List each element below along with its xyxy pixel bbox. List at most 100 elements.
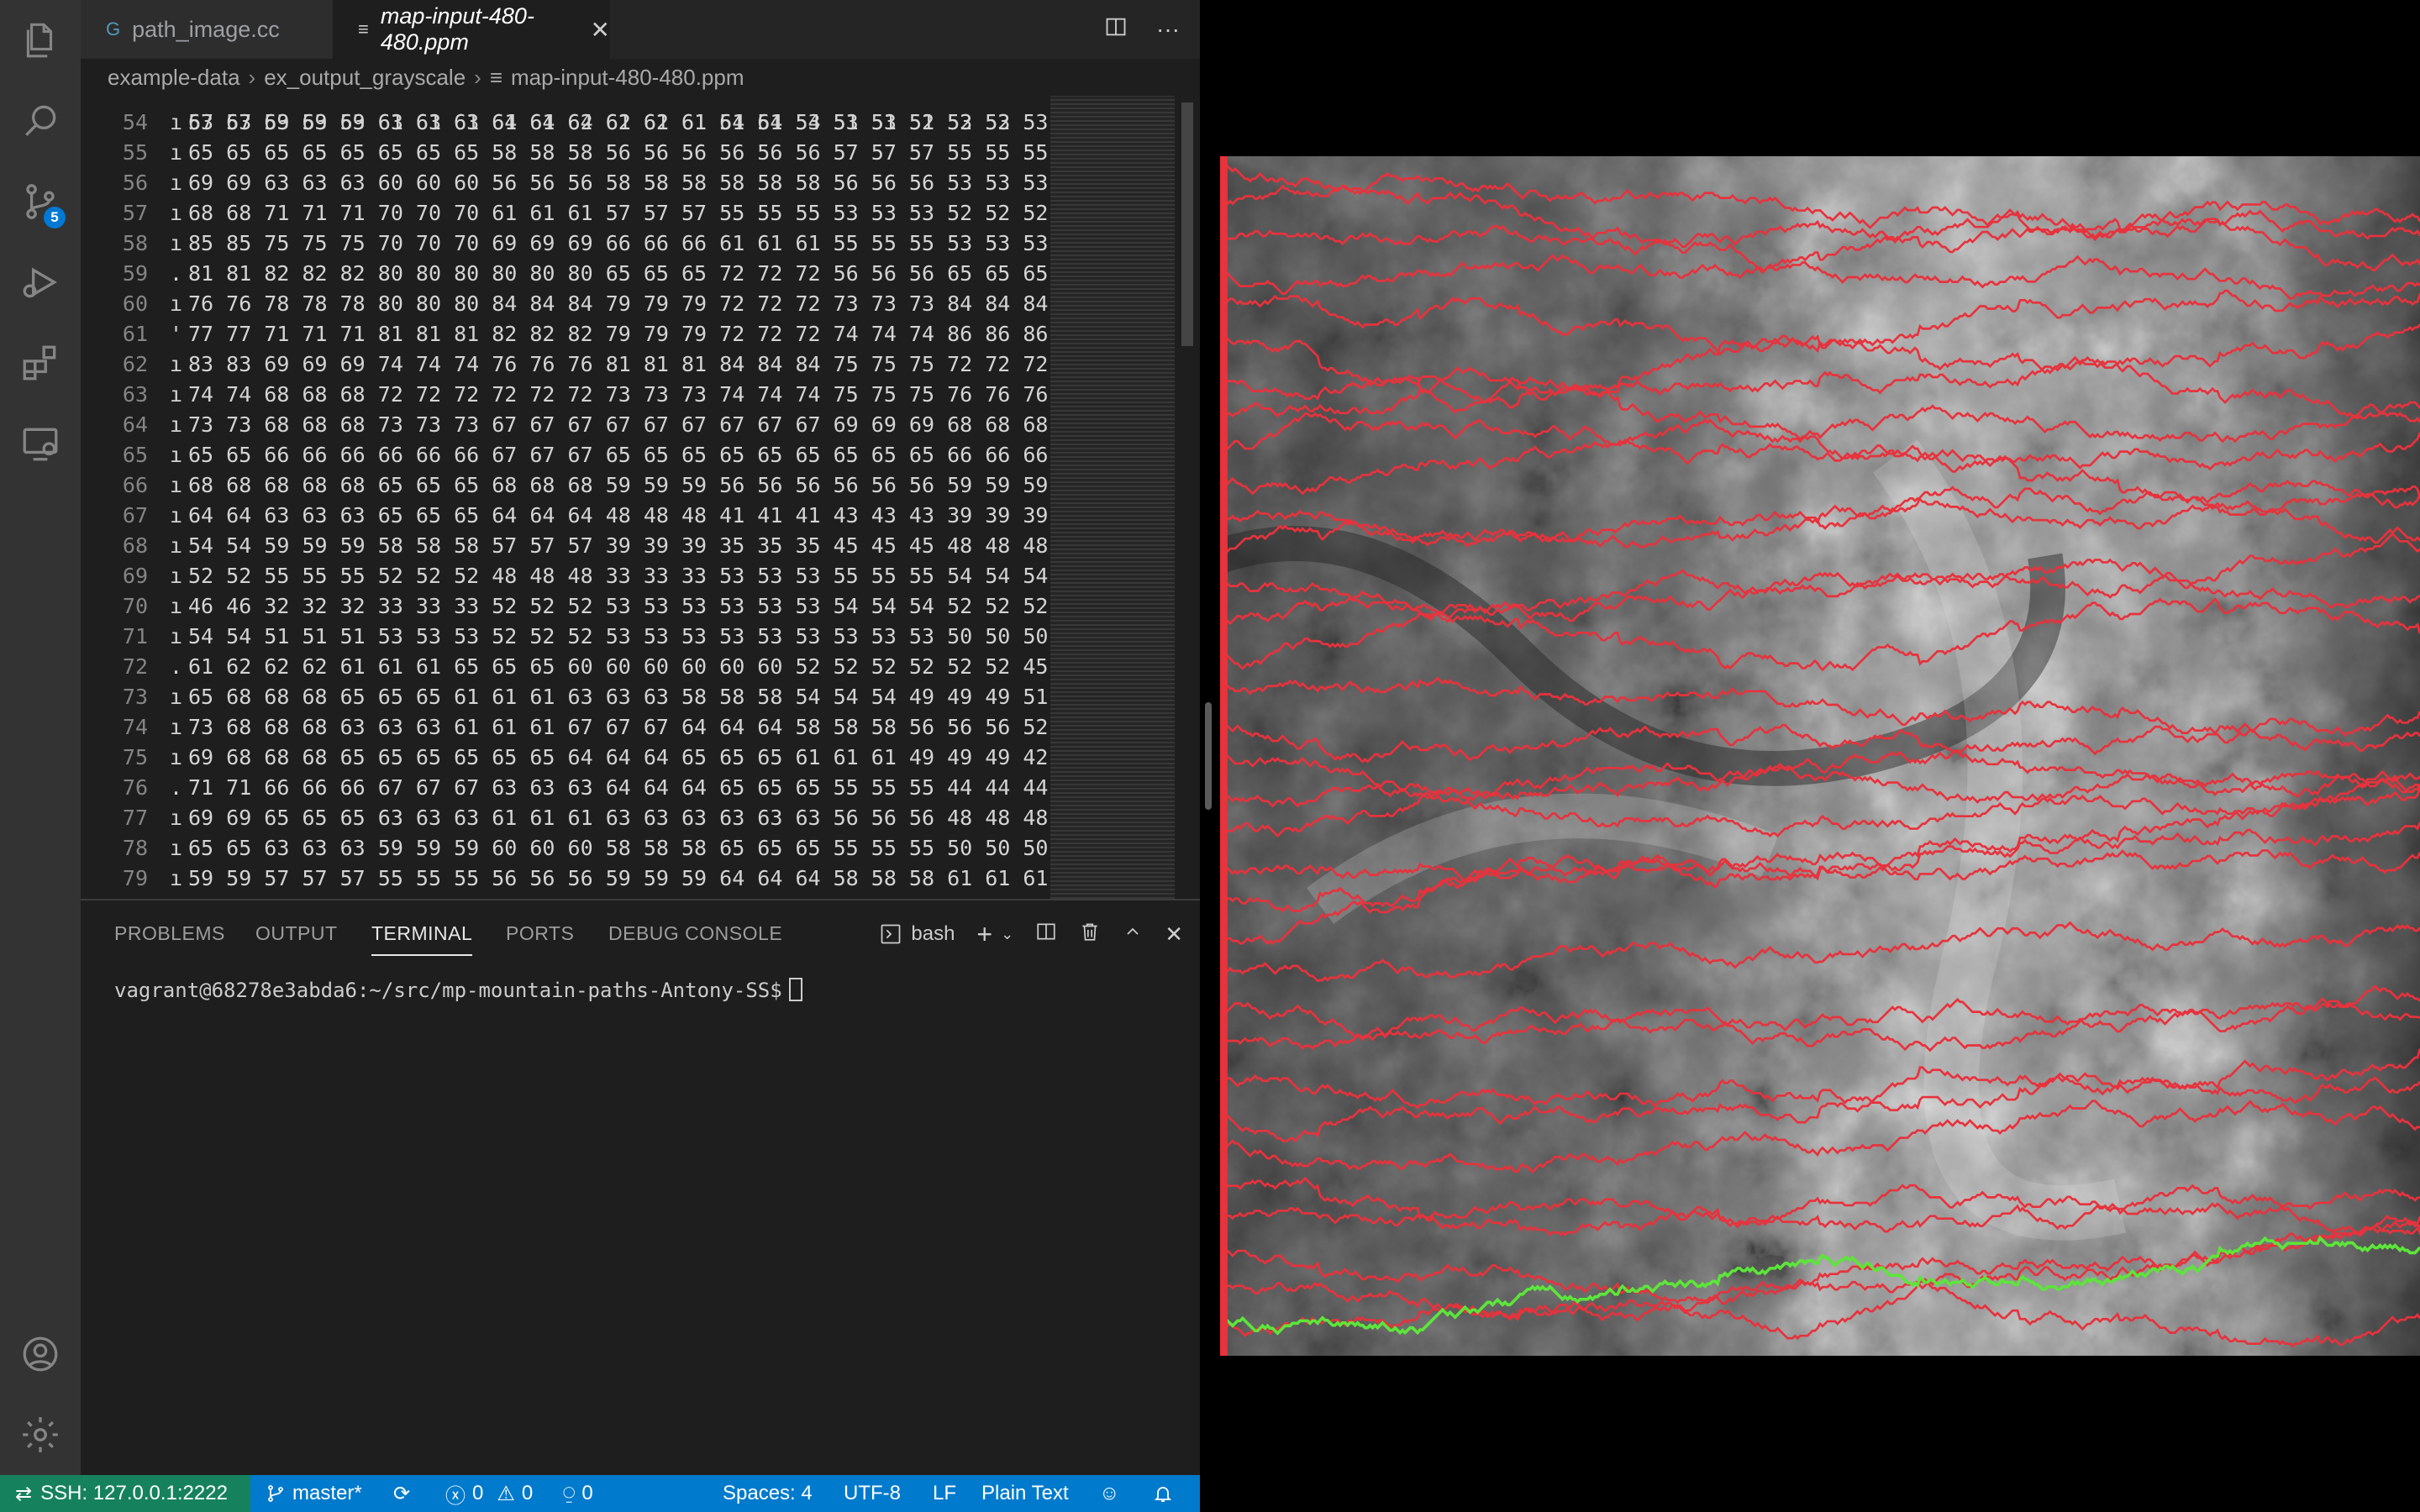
breadcrumb: example-data › ex_output_grayscale › ≡ m… — [81, 59, 1200, 96]
line-prefix: ı — [170, 836, 183, 860]
maximize-panel-icon[interactable] — [1123, 921, 1143, 948]
files-icon[interactable] — [0, 0, 81, 81]
line-text: 69 69 65 65 65 63 63 63 61 61 61 63 63 6… — [188, 806, 1049, 830]
close-panel-icon[interactable]: ✕ — [1165, 921, 1183, 948]
line-number: 66 — [122, 473, 148, 497]
terminal-output[interactable]: vagrant@68278e3abda6:~/src/mp-mountain-p… — [114, 978, 802, 1002]
split-editor-icon[interactable] — [1104, 15, 1128, 45]
indentation-status[interactable]: Spaces: 4 — [723, 1475, 813, 1512]
terminal-prompt: vagrant@68278e3abda6:~/src/mp-mountain-p… — [114, 979, 782, 1002]
line-prefix: ı — [170, 171, 183, 195]
line-text: 63 63 63 63 63 63 63 63 64 64 64 61 61 6… — [188, 110, 1049, 134]
search-icon[interactable] — [0, 81, 81, 161]
close-icon[interactable]: ✕ — [591, 16, 610, 44]
line-text: 76 76 78 78 78 80 80 80 84 84 84 79 79 7… — [188, 291, 1049, 316]
line-text: 52 52 55 55 55 52 52 52 48 48 48 33 33 3… — [188, 564, 1049, 588]
line-number: 75 — [122, 745, 148, 769]
line-prefix: ı — [170, 140, 183, 165]
code-line: 76. 71 71 66 66 66 67 67 67 63 63 63 64 6… — [81, 773, 1049, 803]
code-line: 69 ı 52 52 55 55 55 52 52 52 48 48 48 33 3… — [81, 561, 1049, 591]
split-resize-handle[interactable] — [1205, 702, 1212, 810]
run-debug-icon[interactable] — [0, 242, 81, 323]
code-line: 66 ı 68 68 68 68 68 65 65 65 68 68 68 59 5… — [81, 470, 1049, 501]
line-prefix: ı — [170, 564, 183, 588]
tab-problems[interactable]: PROBLEMS — [114, 922, 225, 945]
feedback-icon[interactable]: ☺ — [1099, 1475, 1120, 1512]
error-icon: ⓧ — [445, 1484, 466, 1508]
ports-count: 0 — [581, 1482, 593, 1504]
extensions-icon[interactable] — [0, 323, 81, 403]
tab-label: map-input-480-480.ppm — [380, 3, 534, 55]
breadcrumb-item[interactable]: ex_output_grayscale — [264, 65, 466, 91]
line-prefix: ı — [170, 806, 183, 830]
chevron-down-icon[interactable]: ⌄ — [1001, 926, 1013, 943]
code-line: 79 ı 59 59 57 57 57 55 55 55 56 56 56 59 5… — [81, 864, 1049, 894]
editor-tab-bar: G path_image.cc ≡ map-input-480-480.ppm … — [81, 0, 1200, 59]
code-line: 67 ı 64 64 63 63 63 65 65 65 64 64 64 48 4… — [81, 501, 1049, 531]
settings-gear-icon[interactable] — [0, 1394, 81, 1475]
tab-debug-console[interactable]: DEBUG CONSOLE — [608, 922, 782, 945]
line-prefix: ı — [170, 201, 183, 225]
terminal-cursor — [788, 978, 802, 1001]
line-number: 55 — [122, 140, 148, 165]
code-line: 57 ı 68 68 71 71 71 70 70 70 61 61 61 57 5… — [81, 198, 1049, 228]
line-text: 73 73 68 68 68 73 73 73 67 67 67 67 67 6… — [188, 412, 1049, 437]
notifications-bell-icon[interactable] — [1153, 1475, 1173, 1512]
vertical-scrollbar[interactable] — [1181, 102, 1193, 346]
line-prefix: ı — [170, 231, 183, 255]
status-bar: ⇄ SSH: 127.0.0.1:2222 master* ⟳ ⓧ 0 ⚠ 0 … — [0, 1475, 1200, 1512]
breadcrumb-item[interactable]: example-data — [108, 65, 240, 91]
more-actions-icon[interactable]: ··· — [1156, 16, 1180, 43]
branch-label: master* — [292, 1482, 362, 1504]
tab-map-input-ppm[interactable]: ≡ map-input-480-480.ppm ✕ — [333, 0, 610, 59]
line-number: 76 — [122, 775, 148, 800]
line-prefix: ı — [170, 473, 183, 497]
line-prefix: ı — [170, 715, 183, 739]
line-text: 74 74 68 68 68 72 72 72 72 72 72 73 73 7… — [188, 382, 1049, 407]
problems-status[interactable]: ⓧ 0 ⚠ 0 — [445, 1475, 533, 1512]
activity-bar: 5 — [0, 0, 81, 1475]
terminal-select[interactable]: bash — [879, 922, 955, 946]
remote-explorer-icon[interactable] — [0, 403, 81, 484]
language-status[interactable]: Plain Text — [981, 1475, 1069, 1512]
code-line: 77 ı 69 69 65 65 65 63 63 63 61 61 61 63 6… — [81, 803, 1049, 833]
line-text: 71 71 66 66 66 67 67 67 63 63 63 64 64 6… — [188, 775, 1049, 800]
code-line: 75 ı 69 68 68 68 65 65 65 65 65 65 64 64 6… — [81, 743, 1049, 773]
source-control-icon[interactable]: 5 — [0, 161, 81, 242]
remote-indicator[interactable]: ⇄ SSH: 127.0.0.1:2222 — [0, 1475, 250, 1512]
minimap[interactable] — [1050, 96, 1175, 899]
line-prefix: ı — [170, 382, 183, 407]
text-file-icon: ≡ — [358, 18, 369, 39]
git-branch-icon — [268, 1485, 283, 1502]
line-prefix: ı — [170, 594, 183, 618]
tab-terminal[interactable]: TERMINAL — [371, 922, 473, 956]
branch-status[interactable]: master* — [266, 1475, 362, 1512]
tab-path-image-cc[interactable]: G path_image.cc — [81, 0, 333, 59]
line-text: 59 59 57 57 57 55 55 55 56 56 56 59 59 5… — [188, 866, 1049, 890]
ports-status[interactable]: ⍜ 0 — [563, 1475, 593, 1512]
line-number: 63 — [122, 382, 148, 407]
account-icon[interactable] — [0, 1314, 81, 1394]
line-text: 54 54 59 59 59 58 58 58 57 57 57 39 39 3… — [188, 533, 1049, 558]
breadcrumb-item[interactable]: map-input-480-480.ppm — [511, 65, 744, 91]
trash-icon[interactable] — [1079, 921, 1101, 948]
encoding-status[interactable]: UTF-8 — [844, 1475, 901, 1512]
chevron-right-icon: › — [474, 64, 481, 90]
line-text: 46 46 32 32 32 33 33 33 52 52 52 53 53 5… — [188, 594, 1049, 618]
code-line: 72. 61 62 62 62 61 61 61 65 65 65 60 60 6… — [81, 652, 1049, 682]
code-line: 56 ı 69 69 63 63 63 60 60 60 56 56 56 58 5… — [81, 168, 1049, 198]
sync-icon[interactable]: ⟳ — [393, 1475, 410, 1512]
line-number: 78 — [122, 836, 148, 860]
panel-actions: bash + ⌄ ✕ — [879, 917, 1183, 951]
tab-label: path_image.cc — [132, 16, 280, 42]
tab-ports[interactable]: PORTS — [506, 922, 574, 945]
chevron-right-icon: › — [248, 64, 256, 90]
line-text: 54 54 51 51 51 53 53 53 52 52 52 53 53 5… — [188, 624, 1049, 648]
split-terminal-icon[interactable] — [1035, 921, 1057, 948]
panel-tab-bar: PROBLEMS OUTPUT TERMINAL PORTS DEBUG CON… — [81, 900, 1200, 968]
tab-output[interactable]: OUTPUT — [255, 922, 338, 945]
editor-text-area[interactable]: 57 57 59 59 59 61 61 61 61 61 62 62 62 6… — [81, 96, 1200, 899]
line-number: 72 — [122, 654, 148, 679]
new-terminal-icon[interactable]: + — [976, 919, 992, 950]
eol-status[interactable]: LF — [933, 1475, 956, 1512]
